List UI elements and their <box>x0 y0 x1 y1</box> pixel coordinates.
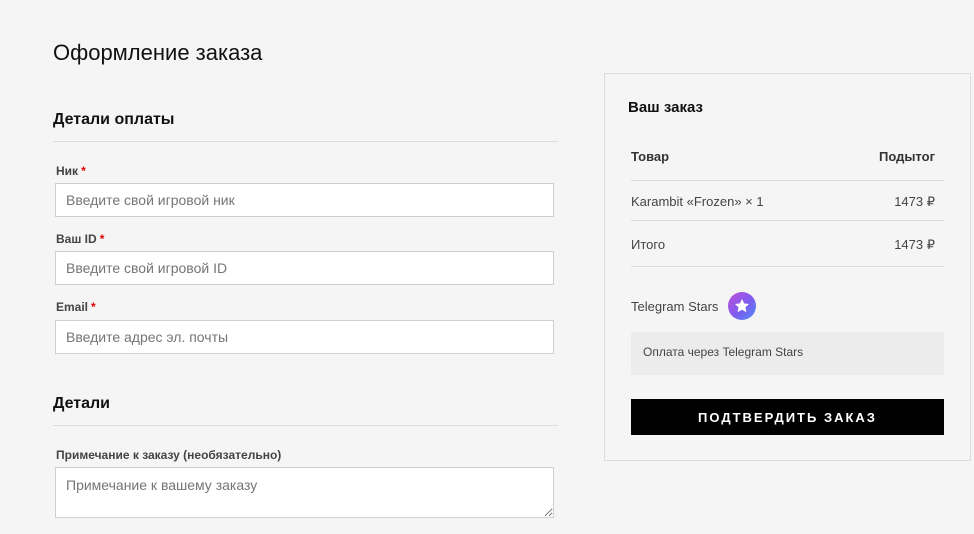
payment-description-box: Оплата через Telegram Stars <box>631 332 944 375</box>
email-label: Email * <box>56 300 96 314</box>
divider <box>631 180 944 181</box>
divider <box>631 220 944 221</box>
required-mark: * <box>91 300 96 314</box>
order-note-textarea[interactable] <box>55 467 554 518</box>
nickname-label: Ник * <box>56 164 86 178</box>
total-label: Итого <box>631 237 666 252</box>
order-note-label: Примечание к заказу (необязательно) <box>56 448 282 462</box>
divider <box>631 266 944 267</box>
details-section-title: Детали <box>53 395 111 412</box>
billing-section-title: Детали оплаты <box>53 111 175 128</box>
confirm-order-button[interactable]: ПОДТВЕРДИТЬ ЗАКАЗ <box>631 399 944 435</box>
total-price: 1473 ₽ <box>894 237 935 252</box>
star-glyph-icon <box>735 299 749 312</box>
required-mark: * <box>99 232 105 246</box>
email-input[interactable] <box>55 320 554 354</box>
payment-description: Оплата через Telegram Stars <box>643 345 804 359</box>
order-title: Ваш заказ <box>628 99 703 116</box>
telegram-star-icon <box>728 292 756 320</box>
divider <box>53 141 558 142</box>
order-item-name: Karambit «Frozen» × 1 <box>631 194 764 209</box>
divider <box>53 425 558 426</box>
subtotal-column-header: Подытог <box>878 149 935 164</box>
product-column-header: Товар <box>631 149 670 164</box>
order-item-price: 1473 ₽ <box>894 194 935 209</box>
order-summary-panel: Ваш заказ Товар Подытог Karambit «Frozen… <box>604 73 971 461</box>
player-id-input[interactable] <box>55 251 554 285</box>
required-mark: * <box>81 164 86 178</box>
payment-method-label[interactable]: Telegram Stars <box>631 299 718 314</box>
player-id-label: Ваш ID * <box>56 232 105 246</box>
page-title: Оформление заказа <box>53 40 263 65</box>
nickname-input[interactable] <box>55 183 554 217</box>
